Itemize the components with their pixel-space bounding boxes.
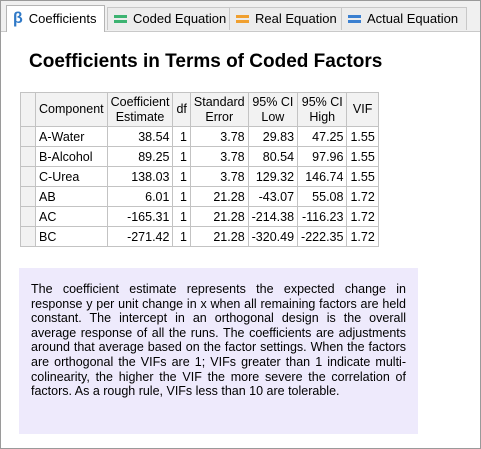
cell-df: 1 [172,206,191,227]
cell-df: 1 [172,146,191,167]
cell-ci-low: -320.49 [247,226,299,247]
tab-real-equation[interactable]: Real Equation [229,7,346,30]
beta-icon: β [13,10,23,27]
column-header-ci-low: 95% CI Low [247,92,299,127]
equals-icon [236,15,249,23]
cell-ci-high: 47.25 [297,126,348,147]
cell-ci-low: 29.83 [247,126,299,147]
row-selector[interactable] [20,226,36,247]
cell-standard-error: 21.28 [189,226,249,247]
table-header-row: Component Coefficient Estimate df Standar… [20,92,379,127]
cell-coefficient-estimate: 6.01 [106,186,174,207]
cell-ci-low: -43.07 [247,186,299,207]
cell-standard-error: 3.78 [189,126,249,147]
row-selector[interactable] [20,126,36,147]
cell-standard-error: 3.78 [189,166,249,187]
cell-standard-error: 3.78 [189,146,249,167]
cell-vif: 1.55 [346,126,379,147]
cell-vif: 1.72 [346,226,379,247]
column-header-df: df [172,92,191,127]
row-selector-header [20,92,36,127]
table-row[interactable]: AB 6.01 1 21.28 -43.07 55.08 1.72 [20,186,379,207]
cell-coefficient-estimate: 138.03 [106,166,174,187]
cell-ci-high: 146.74 [297,166,348,187]
equals-icon [114,15,127,23]
tab-coded-equation[interactable]: Coded Equation [107,7,236,30]
explanation-note: The coefficient estimate represents the … [19,268,418,434]
cell-ci-low: -214.38 [247,206,299,227]
cell-standard-error: 21.28 [189,186,249,207]
row-selector[interactable] [20,166,36,187]
cell-ci-low: 80.54 [247,146,299,167]
cell-component: BC [35,226,108,247]
row-selector[interactable] [20,146,36,167]
cell-component: C-Urea [35,166,108,187]
row-selector[interactable] [20,186,36,207]
table-row[interactable]: AC -165.31 1 21.28 -214.38 -116.23 1.72 [20,206,379,227]
cell-component: AB [35,186,108,207]
cell-ci-high: 55.08 [297,186,348,207]
cell-coefficient-estimate: -165.31 [106,206,174,227]
cell-coefficient-estimate: 89.25 [106,146,174,167]
cell-ci-high: 97.96 [297,146,348,167]
cell-vif: 1.72 [346,206,379,227]
cell-vif: 1.72 [346,186,379,207]
cell-df: 1 [172,126,191,147]
cell-df: 1 [172,186,191,207]
page-title: Coefficients in Terms of Coded Factors [29,51,383,72]
cell-df: 1 [172,226,191,247]
tab-label: Actual Equation [367,11,459,26]
cell-vif: 1.55 [346,166,379,187]
tab-label: Coefficients [28,11,97,26]
tab-coefficients[interactable]: β Coefficients [6,5,106,32]
cell-coefficient-estimate: 38.54 [106,126,174,147]
cell-component: A-Water [35,126,108,147]
cell-vif: 1.55 [346,146,379,167]
column-header-ci-high: 95% CI High [297,92,348,127]
table-row[interactable]: B-Alcohol 89.25 1 3.78 80.54 97.96 1.55 [20,146,379,167]
tab-label: Real Equation [255,11,337,26]
cell-component: AC [35,206,108,227]
column-header-vif: VIF [346,92,379,127]
column-header-coefficient-estimate: Coefficient Estimate [106,92,174,127]
coefficients-panel: β Coefficients Coded Equation Real Equat… [0,0,481,449]
cell-standard-error: 21.28 [189,206,249,227]
cell-component: B-Alcohol [35,146,108,167]
coefficients-table: Component Coefficient Estimate df Standar… [20,92,379,247]
tab-label: Coded Equation [133,11,227,26]
column-header-standard-error: Standard Error [189,92,249,127]
table-row[interactable]: C-Urea 138.03 1 3.78 129.32 146.74 1.55 [20,166,379,187]
cell-ci-low: 129.32 [247,166,299,187]
tab-actual-equation[interactable]: Actual Equation [341,7,468,30]
cell-coefficient-estimate: -271.42 [106,226,174,247]
column-header-component: Component [35,92,108,127]
tab-bar: β Coefficients Coded Equation Real Equat… [1,1,480,32]
table-row[interactable]: A-Water 38.54 1 3.78 29.83 47.25 1.55 [20,126,379,147]
equals-icon [348,15,361,23]
cell-ci-high: -222.35 [297,226,348,247]
cell-df: 1 [172,166,191,187]
table-row[interactable]: BC -271.42 1 21.28 -320.49 -222.35 1.72 [20,226,379,247]
cell-ci-high: -116.23 [297,206,348,227]
row-selector[interactable] [20,206,36,227]
